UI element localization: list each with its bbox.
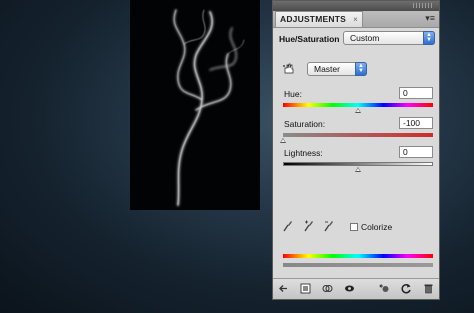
panel-tab-row: ADJUSTMENTS × ▾≡ bbox=[273, 11, 439, 28]
select-arrows-icon: ▲ ▼ bbox=[355, 62, 367, 76]
eyedropper-icon[interactable] bbox=[283, 220, 293, 232]
lightness-input[interactable]: 0 bbox=[399, 146, 433, 158]
expand-view-icon[interactable] bbox=[300, 283, 311, 294]
colorize-checkbox[interactable] bbox=[350, 223, 358, 231]
preset-select-value: Custom bbox=[350, 33, 380, 43]
lightness-slider-track[interactable] bbox=[283, 162, 433, 166]
hue-slider-track[interactable] bbox=[283, 103, 433, 107]
tab-adjustments-label: ADJUSTMENTS bbox=[280, 14, 346, 24]
preset-select[interactable]: Custom ▲ ▼ bbox=[343, 31, 435, 45]
targeted-adjustment-hand-icon[interactable] bbox=[283, 63, 295, 74]
delete-trash-icon[interactable] bbox=[423, 283, 434, 294]
tab-adjustments[interactable]: ADJUSTMENTS × bbox=[275, 11, 363, 27]
view-previous-state-icon[interactable] bbox=[379, 283, 390, 294]
colorize-label: Colorize bbox=[361, 222, 393, 232]
lightness-slider-thumb[interactable] bbox=[355, 167, 361, 172]
hue-input[interactable]: 0 bbox=[399, 87, 433, 99]
eyedropper-plus-icon[interactable] bbox=[304, 220, 314, 232]
select-arrows-icon: ▲ ▼ bbox=[423, 31, 435, 45]
lightness-label: Lightness: bbox=[284, 148, 323, 158]
adjustment-title: Hue/Saturation bbox=[279, 34, 340, 44]
hue-slider-thumb[interactable] bbox=[355, 108, 361, 113]
panel-bottom-toolbar bbox=[273, 278, 439, 299]
tab-close-icon[interactable]: × bbox=[353, 12, 358, 27]
saturation-label: Saturation: bbox=[284, 119, 326, 129]
channel-select[interactable]: Master ▲ ▼ bbox=[307, 62, 367, 76]
saturation-slider-thumb[interactable] bbox=[280, 138, 286, 143]
output-spectrum-bar bbox=[283, 263, 433, 267]
hue-label: Hue: bbox=[284, 89, 302, 99]
return-to-list-icon[interactable] bbox=[278, 283, 289, 294]
panel-grip[interactable] bbox=[413, 3, 433, 8]
input-spectrum-bar bbox=[283, 254, 433, 258]
panel-title-bar[interactable] bbox=[273, 1, 439, 11]
eyedropper-minus-icon[interactable] bbox=[324, 220, 334, 232]
clip-to-layer-icon[interactable] bbox=[322, 283, 333, 294]
smoke-photo-layer bbox=[130, 0, 260, 210]
visibility-eye-icon[interactable] bbox=[344, 283, 355, 294]
saturation-input[interactable]: -100 bbox=[399, 117, 433, 129]
reset-icon[interactable] bbox=[401, 283, 412, 294]
smoke-image bbox=[173, 9, 245, 207]
panel-menu-icon[interactable]: ▾≡ bbox=[425, 14, 435, 23]
adjustments-panel: ADJUSTMENTS × ▾≡ Hue/Saturation Custom ▲… bbox=[272, 0, 440, 300]
saturation-slider-track[interactable] bbox=[283, 133, 433, 137]
channel-select-value: Master bbox=[314, 64, 340, 74]
